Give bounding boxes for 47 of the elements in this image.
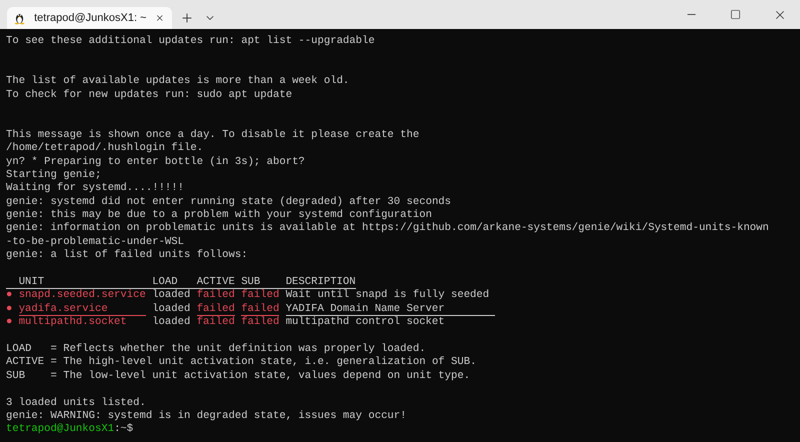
terminal-line: genie: a list of failed units follows: <box>6 249 249 263</box>
sub-state: failed <box>241 302 280 316</box>
unit-description: YADIFA Domain Name Server <box>286 302 496 316</box>
terminal-tab[interactable]: tetrapod@JunkosX1: ~ <box>7 7 172 29</box>
terminal-line: genie: WARNING: systemd is in degraded state, issues may occur! <box>6 410 408 423</box>
unit-name: snapd.seeded.service <box>18 289 146 302</box>
maximize-icon[interactable] <box>730 9 741 20</box>
active-state: failed <box>196 289 235 302</box>
terminal-line: Starting genie; <box>6 168 102 182</box>
unit-name: yadifa.service <box>18 302 108 315</box>
new-tab-icon[interactable] <box>180 11 194 25</box>
unit-description: Wait until snapd is fully seeded <box>286 289 490 303</box>
unit-description: multipathd control socket <box>286 316 445 330</box>
terminal-line: 3 loaded units listed. <box>6 396 147 410</box>
status-dot: ● <box>6 302 14 316</box>
terminal-line: /home/tetrapod/.hushlogin file. <box>6 142 204 156</box>
column-header: ACTIVE <box>196 276 235 288</box>
prompt-user: tetrapod@JunkosX1 <box>6 423 114 437</box>
terminal-line: This message is shown once a day. To disable it please create the <box>6 128 420 142</box>
status-dot: ● <box>6 289 14 303</box>
load-state: loaded <box>152 316 192 330</box>
terminal-line: To see these additional updates run: apt list --upgradable <box>6 35 376 48</box>
terminal-line: The list of available updates is more than a week old. <box>6 75 350 89</box>
active-state: failed <box>196 316 235 328</box>
column-header: SUB <box>241 276 260 288</box>
column-header: DESCRIPTION <box>286 276 356 288</box>
terminal-line: yn? * Preparing to enter bottle (in 3s); abort? <box>6 156 306 169</box>
sub-state: failed <box>241 289 280 302</box>
terminal-line: SUB = The low-level unit activation state, values depend on unit type. <box>6 370 472 384</box>
load-state: loaded <box>152 302 192 316</box>
terminal-line: LOAD = Reflects whether the unit definition was properly loaded. <box>6 342 427 356</box>
status-dot: ● <box>6 316 14 330</box>
terminal-line: genie: information on problematic units is available at https://github.com/arkane-systems/genie/wiki/Systemd-units-known <box>6 222 770 236</box>
tab-title: tetrapod@JunkosX1: ~ <box>34 10 146 26</box>
terminal-line: ACTIVE = The high-level unit activation state, i.e. generalization of SUB. <box>6 356 478 370</box>
terminal-line: genie: systemd did not enter running state (degraded) after 30 seconds <box>6 196 452 209</box>
terminal-line: genie: this may be due to a problem with your systemd configuration <box>6 209 433 222</box>
sub-state: failed <box>241 316 280 328</box>
terminal-line: -to-be-problematic-under-WSL <box>6 236 186 249</box>
terminal-line: Waiting for systemd....!!!!! <box>6 182 186 196</box>
load-state: loaded <box>152 289 192 303</box>
prompt-path: :~$ <box>114 423 134 437</box>
active-state: failed <box>196 302 235 316</box>
column-header: UNIT <box>18 276 44 288</box>
column-header: LOAD <box>152 276 178 288</box>
terminal-line: To check for new updates run: sudo apt update <box>6 88 294 102</box>
unit-name: multipathd.socket <box>18 316 127 328</box>
